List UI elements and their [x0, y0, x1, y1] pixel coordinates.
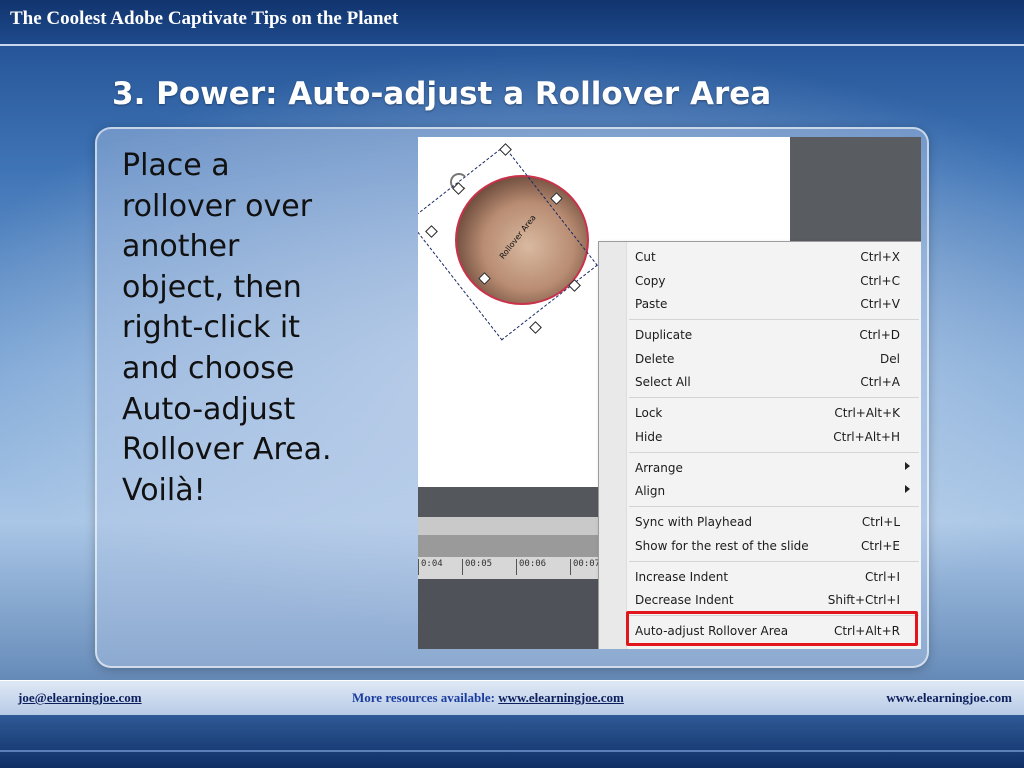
menu-item-select-all[interactable]: Select All Ctrl+A: [599, 371, 921, 394]
context-menu: Cut Ctrl+X Copy Ctrl+C Paste Ctrl+V Dupl…: [598, 241, 921, 649]
timeline-tick: 00:07: [570, 559, 600, 575]
menu-item-label: Delete: [635, 352, 675, 366]
timeline-tick: 00:06: [516, 559, 546, 575]
menu-item-shortcut: Ctrl+D: [859, 328, 900, 342]
menu-separator: [629, 561, 919, 562]
menu-item-show-for-rest[interactable]: Show for the rest of the slide Ctrl+E: [599, 535, 921, 558]
header-bar: The Coolest Adobe Captivate Tips on the …: [0, 0, 1024, 46]
menu-item-hide[interactable]: Hide Ctrl+Alt+H: [599, 426, 921, 449]
footer-site: www.elearningjoe.com: [886, 690, 1012, 705]
menu-item-delete[interactable]: Delete Del: [599, 348, 921, 371]
slide-title: 3. Power: Auto-adjust a Rollover Area: [112, 76, 772, 112]
menu-item-shortcut: Ctrl+E: [861, 539, 900, 553]
timeline-header: [418, 487, 600, 517]
bottom-divider: [0, 750, 1024, 752]
menu-item-shortcut: Ctrl+X: [860, 250, 900, 264]
menu-item-shortcut: Ctrl+A: [860, 375, 900, 389]
footer-resources: More resources available: www.elearningj…: [352, 690, 624, 706]
footer-email-link[interactable]: joe@elearningjoe.com: [18, 690, 142, 706]
menu-item-label: Duplicate: [635, 328, 693, 342]
menu-item-shortcut: Ctrl+I: [865, 570, 900, 584]
footer-resources-link[interactable]: www.elearningjoe.com: [498, 690, 624, 705]
menu-separator: [629, 506, 919, 507]
highlight-box: [626, 611, 918, 646]
menu-item-cut[interactable]: Cut Ctrl+X: [599, 246, 921, 269]
menu-item-label: Show for the rest of the slide: [635, 539, 809, 553]
menu-item-label: Align: [635, 484, 666, 498]
menu-separator: [629, 452, 919, 453]
menu-item-shortcut: Ctrl+Alt+K: [834, 406, 900, 420]
footer-resources-label: More resources available:: [352, 690, 495, 705]
menu-item-label: Paste: [635, 297, 668, 311]
timeline-panel: [418, 579, 600, 649]
menu-item-sync-with-playhead[interactable]: Sync with Playhead Ctrl+L: [599, 511, 921, 534]
menu-item-decrease-indent[interactable]: Decrease Indent Shift+Ctrl+I: [599, 589, 921, 612]
menu-item-label: Select All: [635, 375, 691, 389]
submenu-arrow-icon: [905, 485, 910, 493]
bottom-band: [0, 715, 1024, 768]
menu-item-shortcut: Ctrl+C: [860, 274, 900, 288]
menu-item-label: Copy: [635, 274, 666, 288]
menu-item-increase-indent[interactable]: Increase Indent Ctrl+I: [599, 566, 921, 589]
menu-item-label: Hide: [635, 430, 663, 444]
submenu-arrow-icon: [905, 462, 910, 470]
timeline-tick: 0:04: [418, 559, 443, 575]
timeline-tick: 00:05: [462, 559, 492, 575]
menu-item-copy[interactable]: Copy Ctrl+C: [599, 270, 921, 293]
menu-item-shortcut: Ctrl+L: [861, 515, 900, 529]
menu-item-label: Decrease Indent: [635, 593, 734, 607]
timeline-ruler[interactable]: 0:04 00:05 00:06 00:07: [418, 557, 600, 579]
menu-item-align[interactable]: Align: [599, 480, 921, 503]
menu-item-shortcut: Ctrl+V: [860, 297, 900, 311]
header-title: The Coolest Adobe Captivate Tips on the …: [10, 8, 399, 29]
menu-item-label: Arrange: [635, 461, 683, 475]
menu-item-arrange[interactable]: Arrange: [599, 457, 921, 480]
menu-item-shortcut: Del: [880, 352, 900, 366]
menu-item-label: Increase Indent: [635, 570, 729, 584]
timeline-track: [418, 517, 600, 535]
menu-item-paste[interactable]: Paste Ctrl+V: [599, 293, 921, 316]
stage-background-gray: [790, 137, 921, 243]
menu-item-duplicate[interactable]: Duplicate Ctrl+D: [599, 324, 921, 347]
menu-item-shortcut: Ctrl+Alt+H: [833, 430, 900, 444]
footer-bar: joe@elearningjoe.com More resources avai…: [0, 680, 1024, 716]
captivate-screenshot: Rollover Area 0:04 00:05 00:06 00:07 Cut…: [418, 137, 921, 649]
timeline-track: [418, 535, 600, 557]
menu-item-shortcut: Shift+Ctrl+I: [827, 593, 900, 607]
menu-item-lock[interactable]: Lock Ctrl+Alt+K: [599, 402, 921, 425]
menu-separator: [629, 397, 919, 398]
instruction-text: Place a rollover over another object, th…: [122, 148, 332, 508]
menu-item-label: Cut: [635, 250, 656, 264]
menu-item-label: Sync with Playhead: [635, 515, 752, 529]
menu-item-label: Lock: [635, 406, 663, 420]
menu-separator: [629, 319, 919, 320]
